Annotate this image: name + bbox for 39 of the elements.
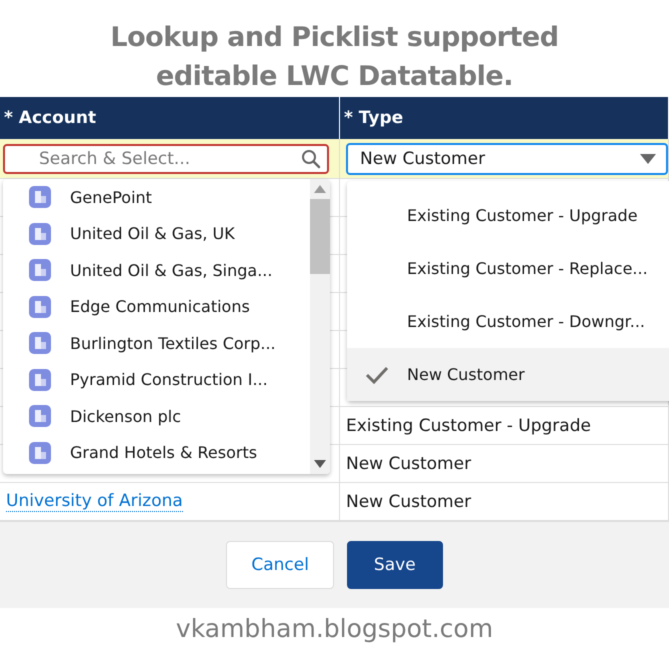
dropdown-item[interactable]: Edge Communications (3, 288, 310, 325)
dropdown-item[interactable]: United Oil & Gas, UK (3, 216, 310, 252)
dropdown-item[interactable]: GenePoint (3, 179, 310, 216)
table-cell: New Customer (346, 492, 472, 512)
dropdown-option[interactable]: Existing Customer - Replace... (347, 242, 669, 295)
building-icon (29, 259, 51, 282)
table-cell: New Customer (346, 454, 472, 474)
building-icon (29, 332, 51, 354)
building-icon (29, 368, 51, 391)
dropdown-item[interactable]: Pyramid Construction I... (3, 362, 310, 398)
building-icon (29, 186, 51, 208)
check-icon (365, 366, 389, 384)
building-icon (29, 405, 51, 428)
scroll-down-icon[interactable] (314, 460, 326, 468)
building-icon (29, 442, 51, 464)
blog-url: vkambham.blogspot.com (174, 614, 494, 643)
search-field[interactable]: Search & Select... (3, 144, 329, 174)
save-button[interactable]: Save (346, 541, 443, 589)
dropdown-option[interactable]: Existing Customer - Upgrade (347, 189, 669, 242)
search-icon (301, 148, 321, 168)
dropdown-item[interactable]: United Oil & Gas, Singa... (3, 252, 310, 288)
dropdown-item[interactable]: Dickenson plc (3, 398, 310, 434)
column-header: * Type (344, 108, 404, 128)
dropdown-option[interactable]: Existing Customer - Downgr... (347, 295, 669, 348)
dropdown-item[interactable]: Grand Hotels & Resorts (3, 434, 310, 471)
type-select[interactable]: New Customer (346, 142, 668, 174)
table-cell: Existing Customer - Upgrade (346, 416, 591, 436)
cancel-button[interactable]: Cancel (226, 541, 334, 589)
page-title: editable LWC Datatable. (156, 60, 513, 94)
scroll-up-icon[interactable] (314, 185, 326, 193)
column-header: * Account (4, 108, 96, 128)
building-icon (29, 296, 51, 318)
page-title: Lookup and Picklist supported (110, 21, 559, 55)
building-icon (29, 222, 51, 245)
account-link[interactable]: University of Arizona (6, 491, 183, 512)
scrollbar[interactable] (310, 179, 330, 474)
caret-icon (640, 154, 656, 164)
dropdown-option[interactable]: New Customer (347, 348, 669, 401)
dropdown-item[interactable]: Burlington Textiles Corp... (3, 325, 310, 362)
